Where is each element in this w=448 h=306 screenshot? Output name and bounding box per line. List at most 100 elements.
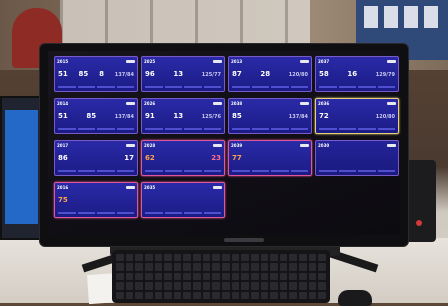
keyboard-key bbox=[270, 272, 278, 281]
waveform-segment bbox=[97, 86, 115, 88]
bed-card: 2039 77 bbox=[228, 140, 312, 176]
waveform-segment bbox=[319, 170, 337, 172]
vitals-waveform-strip bbox=[145, 86, 221, 89]
bed-card-header: 2039 bbox=[231, 142, 309, 149]
keyboard-key bbox=[125, 282, 134, 290]
bed-card: 2038 85 137/84 bbox=[228, 98, 312, 134]
keyboard-key bbox=[173, 254, 182, 262]
vitals-row: 72 120/80 bbox=[319, 113, 395, 120]
bed-card-header: 2035 bbox=[144, 184, 222, 191]
bed-card-header: 2037 bbox=[318, 58, 396, 65]
bed-card-header: 2030 bbox=[318, 142, 396, 149]
waveform-segment bbox=[377, 86, 395, 88]
vital-value: 87 bbox=[232, 70, 242, 78]
vital-value: 75 bbox=[58, 196, 68, 204]
waveform-segment bbox=[203, 170, 221, 172]
keyboard-key bbox=[144, 272, 153, 281]
waveform-segment bbox=[377, 170, 395, 172]
keyboard-key bbox=[183, 291, 192, 299]
keyboard-key bbox=[289, 254, 298, 262]
keyboard-key bbox=[270, 263, 278, 271]
bed-number: 2035 bbox=[144, 185, 156, 190]
vital-value: 137/84 bbox=[288, 114, 308, 120]
bed-card: 2014 51 85 137/84 bbox=[54, 98, 138, 134]
waveform-segment bbox=[58, 86, 76, 88]
keyboard-key bbox=[318, 254, 326, 262]
keyboard-key bbox=[231, 291, 240, 299]
keyboard-key bbox=[116, 291, 124, 299]
status-badge bbox=[126, 102, 135, 105]
waveform-segment bbox=[203, 128, 221, 130]
waveform-segment bbox=[58, 128, 76, 130]
vital-value: 96 bbox=[145, 70, 155, 78]
bed-card: 2037 58 16 129/79 bbox=[315, 56, 399, 92]
vital-value: 16 bbox=[347, 70, 358, 78]
waveform-segment bbox=[164, 170, 182, 172]
vital-value: 51 bbox=[58, 70, 68, 78]
waveform-segment bbox=[290, 128, 308, 130]
waveform-segment bbox=[77, 212, 95, 214]
status-badge bbox=[387, 60, 396, 63]
vitals-row: 51 85 8 137/84 bbox=[58, 71, 134, 78]
keyboard-key bbox=[164, 282, 172, 290]
vitals-waveform-strip bbox=[145, 170, 221, 173]
waveform-segment bbox=[77, 86, 95, 88]
keyboard[interactable] bbox=[112, 250, 330, 303]
bed-card-header: 2036 bbox=[318, 100, 396, 107]
keyboard-key bbox=[221, 291, 230, 299]
pc-tower bbox=[404, 160, 436, 242]
keyboard-key bbox=[212, 291, 220, 299]
keyboard-key bbox=[308, 272, 317, 281]
keyboard-key bbox=[144, 254, 153, 262]
keyboard-key bbox=[318, 291, 326, 299]
bed-card-header: 2028 bbox=[144, 142, 222, 149]
shelf-box bbox=[384, 6, 398, 28]
vitals-row: 77 bbox=[232, 155, 308, 162]
keyboard-key bbox=[202, 272, 211, 281]
status-badge bbox=[300, 102, 309, 105]
keyboard-key bbox=[173, 272, 182, 281]
vital-value: 17 bbox=[124, 154, 134, 162]
vitals-waveform-strip bbox=[145, 212, 221, 215]
keyboard-key bbox=[260, 254, 269, 262]
keyboard-key bbox=[202, 291, 211, 299]
keyboard-key bbox=[260, 263, 269, 271]
keyboard-key bbox=[289, 282, 298, 290]
bed-card: 2030 bbox=[315, 140, 399, 176]
vital-value: 8 bbox=[99, 70, 104, 78]
keyboard-key bbox=[260, 272, 269, 281]
vitals-row: 62 23 bbox=[145, 155, 221, 162]
waveform-segment bbox=[164, 86, 182, 88]
keyboard-key bbox=[173, 291, 182, 299]
waveform-segment bbox=[145, 128, 163, 130]
vitals-row: 96 13 125/77 bbox=[145, 71, 221, 78]
keyboard-key bbox=[144, 291, 153, 299]
keyboard-key bbox=[193, 291, 201, 299]
vital-value: 125/77 bbox=[201, 72, 221, 78]
mouse[interactable] bbox=[338, 290, 372, 306]
bed-card: 2025 96 13 125/77 bbox=[141, 56, 225, 92]
vitals-row: 85 137/84 bbox=[232, 113, 308, 120]
vital-value: 23 bbox=[211, 154, 221, 162]
keyboard-key bbox=[318, 282, 326, 290]
keyboard-key bbox=[241, 263, 249, 271]
status-badge bbox=[387, 144, 396, 147]
keyboard-key bbox=[279, 254, 288, 262]
vital-value: 85 bbox=[232, 112, 242, 120]
waveform-segment bbox=[164, 128, 182, 130]
vitals-waveform-strip bbox=[58, 170, 134, 173]
vital-value: 129/79 bbox=[375, 72, 395, 78]
keyboard-key bbox=[144, 263, 153, 271]
bed-card-header: 2015 bbox=[57, 58, 135, 65]
keyboard-key bbox=[125, 291, 134, 299]
status-badge bbox=[126, 60, 135, 63]
keyboard-key bbox=[173, 282, 182, 290]
vitals-waveform-strip bbox=[145, 128, 221, 131]
keyboard-key bbox=[135, 291, 143, 299]
keyboard-key bbox=[164, 254, 172, 262]
bed-card-header: 2017 bbox=[57, 142, 135, 149]
bed-card-header: 2038 bbox=[231, 100, 309, 107]
bed-number: 2028 bbox=[144, 143, 156, 148]
keyboard-key bbox=[144, 282, 153, 290]
vital-value: 91 bbox=[145, 112, 155, 120]
